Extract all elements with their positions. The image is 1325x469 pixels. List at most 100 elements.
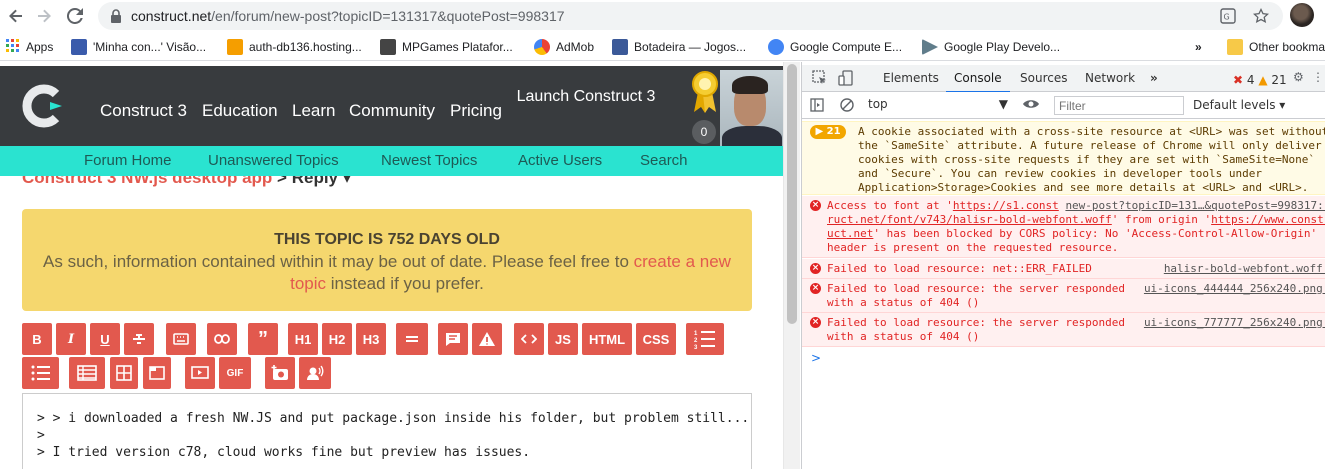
- page-scrollbar[interactable]: [783, 62, 800, 469]
- user-profile-photo[interactable]: [720, 70, 783, 150]
- window-icon[interactable]: [143, 357, 171, 389]
- console-error-404-444444[interactable]: × Failed to load resource: the server re…: [802, 279, 1325, 313]
- nav-community[interactable]: Community: [349, 101, 435, 121]
- gif-button[interactable]: GIF: [219, 357, 251, 389]
- bookmark-google-compute[interactable]: Google Compute E...: [768, 39, 902, 55]
- keyboard-icon[interactable]: [166, 323, 196, 355]
- profile-avatar[interactable]: [1290, 3, 1314, 27]
- bookmark-minha-conta[interactable]: 'Minha con...' Visão...: [71, 39, 206, 55]
- warning-icon[interactable]: [472, 323, 502, 355]
- italic-button[interactable]: I: [56, 323, 86, 355]
- tab-console[interactable]: Console: [946, 71, 1010, 93]
- horizontal-rule-icon[interactable]: [396, 323, 428, 355]
- spoiler-comment-icon[interactable]: [438, 323, 468, 355]
- translate-icon[interactable]: G: [1220, 8, 1236, 27]
- show-sidebar-icon[interactable]: [810, 98, 824, 115]
- cors-source-link[interactable]: new-post?topicID=131…&quotePost=998317:1: [1065, 199, 1325, 212]
- bookmark-star-icon[interactable]: [1252, 7, 1270, 27]
- settings-gear-icon[interactable]: ⚙: [1293, 70, 1304, 84]
- error-source-link[interactable]: halisr-bold-webfont.woff:1: [1164, 262, 1325, 276]
- more-tabs-chevron-icon[interactable]: »: [1150, 71, 1158, 85]
- audio-speaker-icon[interactable]: [299, 357, 331, 389]
- tab-network[interactable]: Network: [1085, 71, 1135, 85]
- editor-content[interactable]: > > i downloaded a fresh NW.JS and put p…: [37, 410, 749, 461]
- underline-button[interactable]: U: [90, 323, 120, 355]
- grid-icon[interactable]: [110, 357, 138, 389]
- link-icon[interactable]: [207, 323, 237, 355]
- subnav-forum-home[interactable]: Forum Home: [84, 152, 172, 169]
- svg-text:3: 3: [694, 345, 698, 349]
- h2-button[interactable]: H2: [322, 323, 352, 355]
- bookmark-admob[interactable]: AdMob: [534, 39, 594, 55]
- error-text: Failed to load resource: the server resp…: [827, 282, 1126, 309]
- forward-arrow-icon[interactable]: [32, 4, 56, 28]
- table-icon[interactable]: [69, 357, 105, 389]
- console-filter-input[interactable]: [1054, 96, 1184, 115]
- console-prompt-chevron-icon[interactable]: >: [811, 351, 821, 365]
- nav-pricing[interactable]: Pricing: [450, 101, 502, 121]
- bold-button[interactable]: B: [22, 323, 52, 355]
- console-warning-message[interactable]: ▶ 21 A cookie associated with a cross-si…: [802, 121, 1325, 195]
- origin-link[interactable]: https://www.constr: [1211, 213, 1325, 226]
- strikethrough-icon[interactable]: [124, 323, 154, 355]
- add-photo-icon[interactable]: [265, 357, 295, 389]
- notification-count-badge[interactable]: 0: [692, 120, 716, 144]
- html-button[interactable]: HTML: [582, 323, 632, 355]
- bookmark-apps[interactable]: Apps: [6, 38, 53, 55]
- bookmarks-overflow-chevron-icon[interactable]: »: [1195, 39, 1202, 55]
- other-bookmarks[interactable]: Other bookmarks: [1227, 39, 1325, 55]
- omnibox[interactable]: construct.net/en/forum/new-post?topicID=…: [98, 2, 1283, 30]
- h3-button[interactable]: H3: [356, 323, 386, 355]
- reload-icon[interactable]: [63, 4, 87, 28]
- css-button[interactable]: CSS: [636, 323, 676, 355]
- bookmark-label: Google Play Develo...: [944, 40, 1061, 54]
- nav-education[interactable]: Education: [202, 101, 278, 121]
- js-button[interactable]: JS: [548, 323, 578, 355]
- scrollbar-thumb[interactable]: [787, 64, 797, 324]
- tab-elements[interactable]: Elements: [883, 71, 939, 85]
- log-levels-dropdown[interactable]: Default levels ▾: [1193, 98, 1285, 112]
- url-text[interactable]: construct.net/en/forum/new-post?topicID=…: [131, 8, 565, 24]
- lock-icon[interactable]: [110, 9, 122, 26]
- font-url-link-cont[interactable]: ruct.net/font/v743/halisr-bold-webfont.w…: [827, 213, 1112, 226]
- error-source-link[interactable]: ui-icons_777777_256x240.png:1: [1144, 316, 1325, 330]
- live-expression-eye-icon[interactable]: [1022, 97, 1040, 114]
- medal-icon[interactable]: [690, 70, 720, 114]
- bookmark-botadeira[interactable]: Botadeira — Jogos...: [612, 39, 746, 55]
- origin-link-cont[interactable]: uct.net: [827, 227, 873, 240]
- context-select[interactable]: top ▼: [868, 97, 1008, 114]
- clear-console-icon[interactable]: [840, 98, 854, 115]
- back-arrow-icon[interactable]: [4, 4, 28, 28]
- quote-icon[interactable]: ”: [248, 323, 278, 355]
- bookmark-mpgames[interactable]: MPGames Platafor...: [380, 39, 513, 55]
- subnav-active-users[interactable]: Active Users: [518, 152, 602, 169]
- launch-construct-3-button[interactable]: Launch Construct 3: [512, 88, 660, 106]
- bookmark-google-play[interactable]: Google Play Develo...: [922, 39, 1060, 55]
- editor-line-3: > I tried version c78, cloud works fine …: [37, 445, 531, 460]
- error-icon: ×: [810, 317, 821, 328]
- more-options-icon[interactable]: ⋮: [1312, 70, 1324, 84]
- nav-learn[interactable]: Learn: [292, 101, 335, 121]
- unordered-list-icon[interactable]: [22, 357, 59, 389]
- construct-logo-icon[interactable]: [18, 80, 70, 132]
- inspect-element-icon[interactable]: [812, 70, 828, 89]
- bookmark-auth-db[interactable]: auth-db136.hosting...: [227, 39, 362, 55]
- font-url-link[interactable]: https://s1.const: [953, 199, 1059, 212]
- subnav-unanswered-topics[interactable]: Unanswered Topics: [208, 152, 339, 169]
- error-source-link[interactable]: ui-icons_444444_256x240.png:1: [1144, 282, 1325, 296]
- subnav-newest-topics[interactable]: Newest Topics: [381, 152, 477, 169]
- video-icon[interactable]: [185, 357, 215, 389]
- post-editor-textarea[interactable]: > > i downloaded a fresh NW.JS and put p…: [22, 393, 752, 469]
- subnav-search[interactable]: Search: [640, 152, 688, 169]
- ordered-list-icon[interactable]: 123: [686, 323, 724, 355]
- console-error-cors[interactable]: × Access to font at 'https://s1.const ne…: [802, 196, 1325, 258]
- console-error-404-777777[interactable]: × Failed to load resource: the server re…: [802, 313, 1325, 347]
- device-toolbar-icon[interactable]: [838, 70, 854, 89]
- console-error-err-failed[interactable]: × Failed to load resource: net::ERR_FAIL…: [802, 259, 1325, 279]
- issue-counts[interactable]: ✖ 4 ▲ 21: [1233, 73, 1287, 87]
- tab-sources[interactable]: Sources: [1020, 71, 1067, 85]
- nav-construct-3[interactable]: Construct 3: [100, 101, 187, 121]
- code-icon[interactable]: [514, 323, 544, 355]
- h1-button[interactable]: H1: [288, 323, 318, 355]
- warning-group-count-badge[interactable]: ▶ 21: [810, 125, 846, 139]
